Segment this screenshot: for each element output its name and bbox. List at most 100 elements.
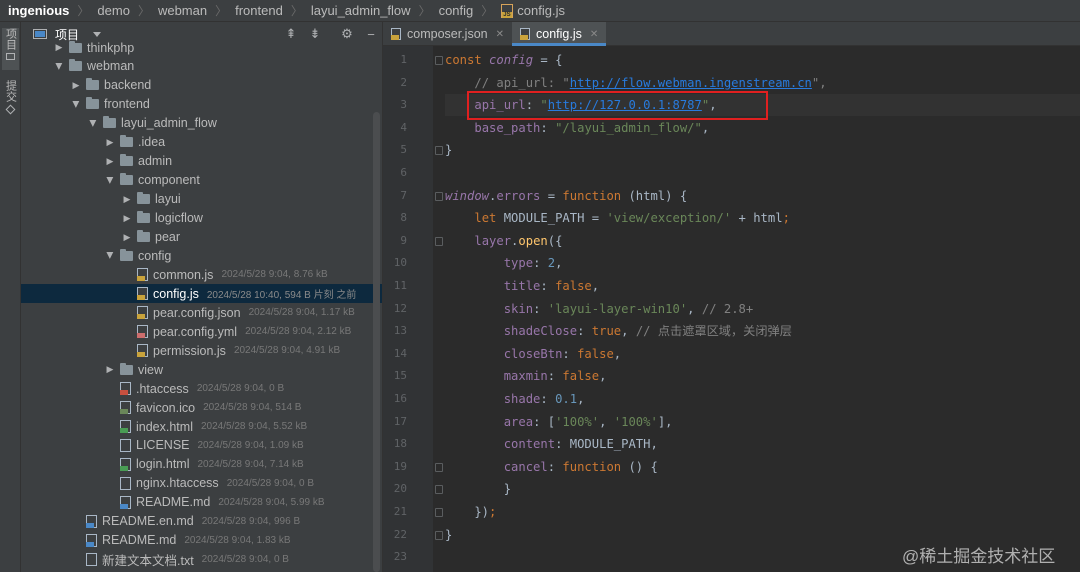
commit-tool-button[interactable]: 提交	[2, 80, 19, 120]
chevron-right-icon[interactable]: ▶	[70, 80, 82, 91]
chevron-down-icon[interactable]: ▶	[105, 174, 116, 186]
highlight-box	[467, 91, 768, 120]
chevron-down-icon[interactable]: ▶	[54, 60, 65, 72]
tree-item-name: .idea	[138, 135, 166, 150]
chevron-right-icon[interactable]: ▶	[104, 137, 116, 148]
line-number: 3	[400, 98, 407, 112]
tree-item-name: favicon.ico	[136, 400, 196, 415]
editor-tab[interactable]: config.js ✕	[512, 22, 607, 46]
tree-file-row[interactable]: permission.js 2024/5/28 9:04, 4.91 kB	[21, 341, 382, 360]
breadcrumb-item[interactable]: layui_admin_flow	[311, 3, 411, 18]
tree-folder-row[interactable]: ▶ component	[21, 171, 382, 190]
folder-icon	[120, 362, 133, 375]
tree-folder-row[interactable]: ▶ pear	[21, 228, 382, 247]
ht-file-icon	[120, 382, 131, 396]
folder-icon	[120, 135, 133, 148]
close-icon[interactable]: ✕	[496, 29, 504, 40]
tree-file-row[interactable]: index.html 2024/5/28 9:04, 5.52 kB	[21, 417, 382, 436]
tree-folder-row[interactable]: ▶ view	[21, 360, 382, 379]
tool-window-strip: 项目 提交	[0, 22, 21, 572]
line-number: 9	[400, 233, 407, 247]
tree-item-name: pear	[155, 230, 181, 244]
folder-icon	[137, 230, 150, 242]
code-line: const config = {	[445, 53, 563, 67]
code-line: shade: 0.1,	[503, 392, 585, 406]
tree-item-name: permission.js	[153, 343, 226, 358]
tree-folder-row[interactable]: ▶ layui_admin_flow	[21, 114, 382, 133]
fold-marker-icon[interactable]	[435, 56, 443, 65]
code-line: skin: 'layui-layer-win10', // 2.8+	[503, 301, 754, 316]
line-number: 4	[400, 120, 407, 134]
tree-item-name: component	[138, 173, 200, 188]
breadcrumb-item[interactable]: config	[439, 3, 474, 18]
chevron-right-icon[interactable]: ▶	[53, 42, 65, 53]
tree-item-meta: 2024/5/28 9:04, 1.83 kB	[184, 534, 291, 546]
tree-folder-row[interactable]: ▶ frontend	[21, 95, 382, 114]
tree-folder-row[interactable]: ▶ admin	[21, 152, 382, 171]
project-tool-button[interactable]: 项目	[2, 28, 19, 70]
tree-file-row[interactable]: login.html 2024/5/28 9:04, 7.14 kB	[21, 455, 382, 474]
chevron-right-icon[interactable]: ▶	[121, 213, 133, 224]
tree-item-name: view	[138, 362, 164, 377]
fold-marker-icon[interactable]	[435, 191, 443, 201]
breadcrumb-separator-icon: 〉	[215, 4, 228, 18]
txt-file-icon	[86, 552, 97, 566]
tree-item-name: layui	[155, 192, 181, 207]
folder-icon	[137, 211, 150, 224]
code-area[interactable]: const config = { // api_url: "http://flo…	[445, 46, 1080, 572]
tree-folder-row[interactable]: ▶ .idea	[21, 133, 382, 152]
code-line: content: MODULE_PATH,	[503, 437, 658, 452]
tree-file-row[interactable]: LICENSE 2024/5/28 9:04, 1.09 kB	[21, 436, 382, 455]
fold-marker-icon[interactable]	[435, 508, 443, 517]
fold-marker-icon[interactable]	[435, 485, 443, 495]
folder-icon	[69, 40, 82, 53]
fold-marker-icon[interactable]	[435, 146, 443, 156]
chevron-down-icon[interactable]: ▶	[88, 117, 99, 129]
tree-file-row[interactable]: README.md 2024/5/28 9:04, 1.83 kB	[21, 531, 382, 550]
tree-scrollbar[interactable]	[373, 112, 380, 572]
tree-item-meta: 2024/5/28 9:04, 5.99 kB	[218, 496, 325, 508]
view-dropdown-icon[interactable]	[93, 31, 102, 37]
ico-file-icon	[120, 401, 131, 415]
chevron-right-icon[interactable]: ▶	[121, 194, 133, 205]
breadcrumb-item[interactable]: frontend	[235, 3, 283, 18]
tree-folder-row[interactable]: ▶ layui	[21, 190, 382, 209]
chevron-right-icon[interactable]: ▶	[104, 156, 116, 167]
breadcrumb-separator-icon: 〉	[418, 4, 431, 18]
breadcrumb-item[interactable]: webman	[158, 3, 207, 18]
tree-item-name: admin	[138, 154, 173, 169]
line-number: 17	[393, 414, 407, 428]
chevron-down-icon[interactable]: ▶	[105, 250, 116, 262]
tree-file-row[interactable]: README.en.md 2024/5/28 9:04, 996 B	[21, 512, 382, 531]
tree-folder-row[interactable]: ▶ config	[21, 246, 382, 265]
tree-file-row[interactable]: common.js 2024/5/28 9:04, 8.76 kB	[21, 265, 382, 284]
breadcrumb-item[interactable]: ingenious	[8, 3, 69, 18]
html-file-icon	[120, 420, 131, 433]
tree-folder-row[interactable]: ▶ logicflow	[21, 209, 382, 228]
chevron-down-icon[interactable]: ▶	[71, 98, 82, 110]
tree-file-row[interactable]: config.js 2024/5/28 10:40, 594 B 片刻 之前	[21, 284, 382, 304]
folder-icon	[86, 97, 99, 110]
tree-file-row[interactable]: nginx.htaccess 2024/5/28 9:04, 0 B	[21, 474, 382, 493]
code-line: cancel: function () {	[503, 459, 658, 474]
chevron-right-icon[interactable]: ▶	[104, 364, 116, 375]
close-icon[interactable]: ✕	[590, 29, 598, 40]
tree-file-row[interactable]: 新建文本文档.txt 2024/5/28 9:04, 0 B	[21, 550, 382, 569]
tree-file-row[interactable]: README.md 2024/5/28 9:04, 5.99 kB	[21, 493, 382, 512]
tree-folder-row[interactable]: ▶ thinkphp	[21, 38, 382, 57]
tree-file-row[interactable]: pear.config.json 2024/5/28 9:04, 1.17 kB	[21, 303, 382, 322]
tree-file-row[interactable]: pear.config.yml 2024/5/28 9:04, 2.12 kB	[21, 322, 382, 341]
fold-marker-icon[interactable]	[435, 236, 443, 246]
fold-marker-icon[interactable]	[435, 530, 443, 540]
tree-file-row[interactable]: .htaccess 2024/5/28 9:04, 0 B	[21, 379, 382, 398]
tree-folder-row[interactable]: ▶ backend	[21, 76, 382, 95]
editor-tab[interactable]: composer.json ✕	[383, 22, 512, 46]
breadcrumb-item[interactable]: demo	[97, 3, 130, 18]
code-line: base_path: "/layui_admin_flow/",	[474, 120, 710, 135]
fold-marker-icon[interactable]	[435, 462, 443, 472]
tree-folder-row[interactable]: ▶ webman	[21, 57, 382, 76]
chevron-right-icon[interactable]: ▶	[121, 232, 133, 243]
code-line: }	[445, 527, 453, 542]
tree-file-row[interactable]: favicon.ico 2024/5/28 9:04, 514 B	[21, 398, 382, 417]
breadcrumb-item[interactable]: config.js	[517, 3, 565, 18]
